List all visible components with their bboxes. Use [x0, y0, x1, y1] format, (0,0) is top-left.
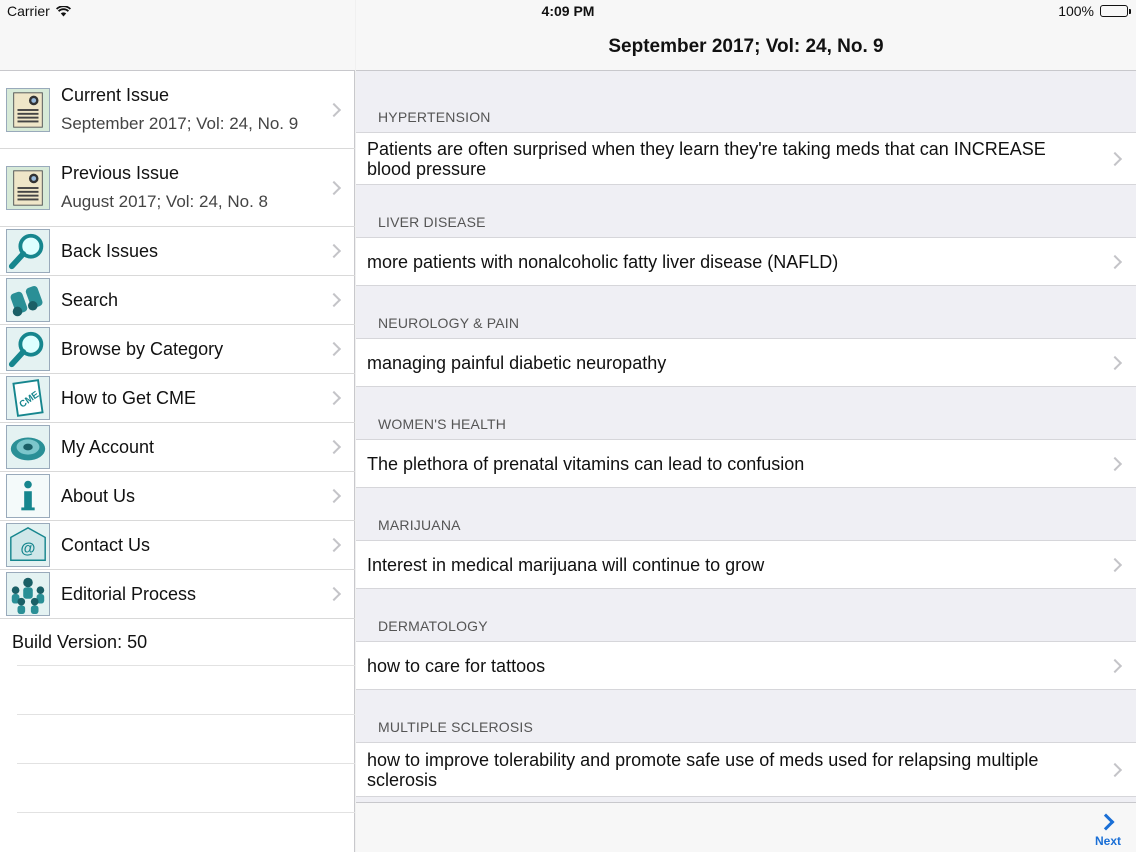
chevron-right-icon	[1107, 151, 1123, 166]
article-row[interactable]: Patients are often surprised when they l…	[356, 132, 1136, 185]
next-button[interactable]: Next	[1088, 812, 1128, 850]
cme-icon: CME	[6, 376, 50, 420]
menu-item-label: Contact Us	[61, 534, 151, 555]
article-title: more patients with nonalcoholic fatty li…	[367, 251, 839, 272]
chevron-right-icon	[1107, 254, 1123, 269]
menu-item-contact-us[interactable]: @ Contact Us	[0, 521, 355, 570]
section-header: MARIJUANA	[378, 517, 461, 533]
menu-item-how-to-get-cme[interactable]: CME How to Get CME	[0, 374, 355, 423]
menu-item-label: How to Get CME	[61, 387, 197, 408]
empty-row-divider	[17, 665, 355, 666]
chevron-right-icon	[1097, 813, 1114, 831]
main-menu: Current Issue September 2017; Vol: 24, N…	[0, 71, 355, 619]
menu-item-about-us[interactable]: About Us	[0, 472, 355, 521]
people-icon	[6, 572, 50, 616]
chevron-right-icon	[1107, 355, 1123, 370]
article-row[interactable]: how to care for tattoos	[356, 641, 1136, 690]
chevron-right-icon	[326, 537, 342, 553]
chevron-right-icon	[1107, 762, 1123, 777]
chevron-right-icon	[326, 390, 342, 406]
article-title: how to improve tolerability and promote …	[367, 749, 1039, 790]
issue-cover-icon	[6, 165, 50, 210]
build-version: Build Version: 50	[12, 632, 148, 652]
menu-item-back-issues[interactable]: Back Issues	[0, 227, 355, 276]
article-row[interactable]: how to improve tolerability and promote …	[356, 742, 1136, 797]
chevron-right-icon	[326, 586, 342, 602]
empty-row-divider	[17, 812, 355, 813]
chevron-right-icon	[1107, 658, 1123, 673]
section-header: NEUROLOGY & PAIN	[378, 315, 520, 331]
menu-item-search[interactable]: Search	[0, 276, 355, 325]
menu-item-browse-by-category[interactable]: Browse by Category	[0, 325, 355, 374]
menu-item-my-account[interactable]: My Account	[0, 423, 355, 472]
chevron-right-icon	[1107, 557, 1123, 572]
bottom-toolbar: Next	[356, 802, 1136, 852]
menu-item-label: About Us	[61, 485, 136, 506]
menu-item-label: Previous Issue	[61, 163, 180, 183]
status-time: 4:09 PM	[541, 3, 595, 19]
page-title: September 2017; Vol: 24, No. 9	[608, 36, 884, 57]
binoculars-icon	[6, 278, 50, 322]
battery-icon	[1100, 5, 1131, 17]
menu-item-subtitle: September 2017; Vol: 24, No. 9	[61, 114, 299, 133]
menu-item-label: Editorial Process	[61, 583, 197, 604]
chevron-right-icon	[326, 102, 342, 117]
menu-item-subtitle: August 2017; Vol: 24, No. 8	[61, 192, 268, 211]
status-bar: Carrier 4:09 PM 100%	[0, 0, 1136, 22]
magnifier-icon	[6, 327, 50, 371]
magnifier-icon	[6, 229, 50, 273]
issue-cover-icon	[6, 87, 50, 132]
info-icon	[6, 474, 50, 518]
article-row[interactable]: managing painful diabetic neuropathy	[356, 338, 1136, 387]
article-title: Patients are often surprised when they l…	[367, 138, 1046, 179]
article-title: Interest in medical marijuana will conti…	[367, 554, 765, 575]
chevron-right-icon	[1107, 456, 1123, 471]
menu-item-label: My Account	[61, 436, 155, 457]
email-icon: @	[6, 523, 50, 567]
battery-indicator: 100%	[1058, 3, 1131, 19]
article-row[interactable]: The plethora of prenatal vitamins can le…	[356, 439, 1136, 488]
section-header: DERMATOLOGY	[378, 618, 488, 634]
chevron-right-icon	[326, 439, 342, 455]
section-header: MULTIPLE SCLEROSIS	[378, 719, 534, 735]
chevron-right-icon	[326, 243, 342, 259]
empty-row-divider	[17, 714, 355, 715]
menu-item-label: Current Issue	[61, 85, 170, 105]
detail-pane: September 2017; Vol: 24, No. 9 HYPERTENS…	[356, 0, 1136, 852]
menu-item-previous-issue[interactable]: Previous Issue August 2017; Vol: 24, No.…	[0, 149, 355, 227]
empty-row-divider	[17, 763, 355, 764]
section-header: LIVER DISEASE	[378, 214, 486, 230]
chevron-right-icon	[326, 292, 342, 308]
article-title: managing painful diabetic neuropathy	[367, 352, 667, 373]
menu-item-label: Browse by Category	[61, 338, 224, 359]
svg-text:@: @	[21, 541, 36, 558]
master-pane: Current Issue September 2017; Vol: 24, N…	[0, 0, 355, 852]
article-title: how to care for tattoos	[367, 655, 546, 676]
article-list: HYPERTENSION Patients are often surprise…	[356, 71, 1136, 797]
app-window: Current Issue September 2017; Vol: 24, N…	[0, 0, 1136, 852]
menu-item-label: Search	[61, 289, 119, 310]
battery-percent: 100%	[1058, 3, 1094, 19]
article-title: The plethora of prenatal vitamins can le…	[367, 453, 805, 474]
chevron-right-icon	[326, 180, 342, 195]
gear-icon	[6, 425, 50, 469]
menu-item-current-issue[interactable]: Current Issue September 2017; Vol: 24, N…	[0, 71, 355, 149]
next-button-label: Next	[1094, 834, 1121, 848]
menu-item-label: Back Issues	[61, 240, 159, 261]
menu-item-editorial-process[interactable]: Editorial Process	[0, 570, 355, 619]
section-header: HYPERTENSION	[378, 109, 491, 125]
section-header: WOMEN'S HEALTH	[378, 416, 507, 432]
article-row[interactable]: Interest in medical marijuana will conti…	[356, 540, 1136, 589]
chevron-right-icon	[326, 341, 342, 357]
article-row[interactable]: more patients with nonalcoholic fatty li…	[356, 237, 1136, 286]
chevron-right-icon	[326, 488, 342, 504]
